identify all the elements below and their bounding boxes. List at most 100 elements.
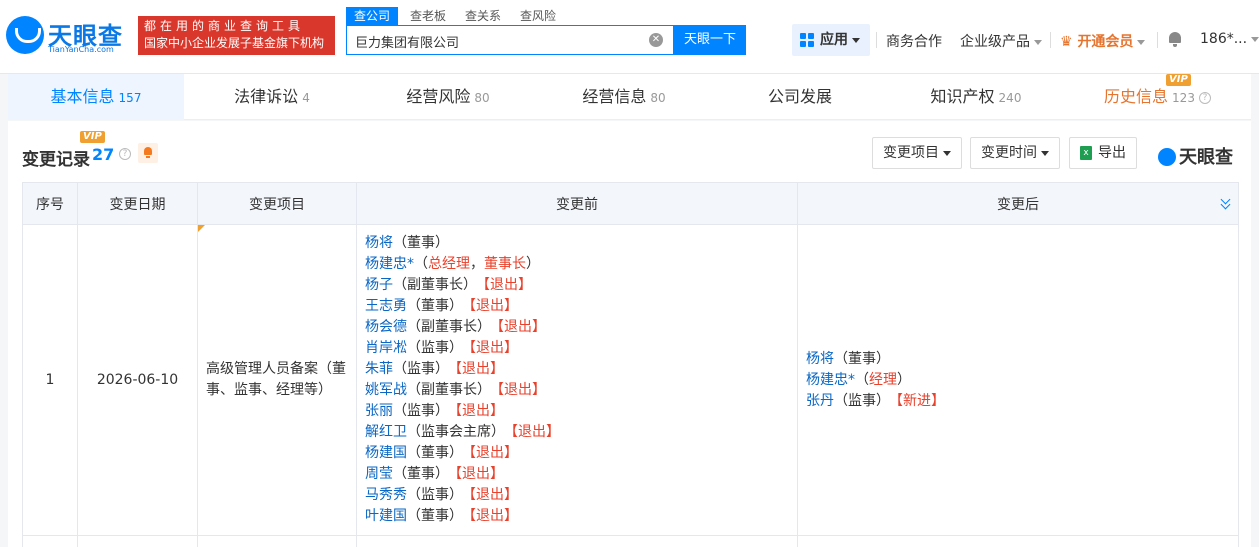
tab-company-development[interactable]: 公司发展: [712, 74, 888, 120]
status-tag: 【退出】: [469, 445, 518, 461]
person-name-link[interactable]: 杨将: [365, 235, 393, 251]
cell-before: 杨将（董事） 杨建忠*（总经理，董事长） 杨子（副董事长） 【退出】 王志勇（董事） 【退…: [356, 224, 798, 536]
status-tag: 【退出】: [511, 424, 560, 440]
tab-history-info[interactable]: VIP 历史信息 123?: [1064, 74, 1251, 120]
status-tag: 【退出】: [483, 277, 532, 293]
tab-count: 80: [474, 91, 490, 105]
person-name-link[interactable]: 杨建忠*: [806, 372, 855, 388]
apps-grid-icon: [800, 33, 814, 47]
search-input[interactable]: 巨力集团有限公司 ✕: [346, 25, 674, 55]
status-tag: 【退出】: [469, 298, 518, 314]
person-name-link[interactable]: 杨建国: [365, 445, 407, 461]
person-name-link[interactable]: 叶建国: [365, 508, 407, 524]
tab-business-info[interactable]: 经营信息 80: [536, 74, 712, 120]
status-tag: 【新进】: [896, 392, 945, 409]
person-entry: 张丹（监事） 【新进】: [806, 391, 1230, 412]
person-name-link[interactable]: 王志勇: [365, 298, 407, 314]
person-entry: 杨建忠*（总经理，董事长）: [365, 254, 789, 275]
person-entry: 杨建国（董事） 【退出】: [365, 443, 789, 464]
header-after: 变更后: [797, 182, 1239, 225]
nav-divider: [1157, 32, 1158, 48]
change-records-table: 序号 变更日期 变更项目 变更前 变更后 1 2026-06-10 高级管理人员…: [22, 182, 1239, 547]
tab-legal[interactable]: 法律诉讼 4: [184, 74, 360, 120]
header-after-label: 变更后: [997, 196, 1039, 213]
header-index: 序号: [22, 182, 78, 225]
status-tag: 【退出】: [455, 466, 504, 482]
tab-intellectual-property[interactable]: 知识产权 240: [888, 74, 1064, 120]
notification-bell-icon[interactable]: [1168, 32, 1182, 47]
search-tab-risk[interactable]: 查风险: [520, 7, 556, 25]
section-title: 变更记录: [22, 150, 90, 170]
search-tab-company[interactable]: 查公司: [346, 7, 399, 25]
person-role: （副董事长）: [393, 277, 477, 293]
filter-change-item-dropdown[interactable]: 变更项目: [872, 137, 962, 169]
apps-menu-button[interactable]: 应用: [792, 24, 870, 56]
help-icon[interactable]: ?: [1198, 91, 1211, 104]
person-name-link[interactable]: 马秀秀: [365, 487, 407, 503]
person-name-link[interactable]: 姚军战: [365, 382, 407, 398]
person-role: （董事）: [407, 445, 463, 461]
person-name-link[interactable]: 张丽: [365, 403, 393, 419]
status-tag: 【退出】: [497, 319, 546, 335]
person-role: （监事）: [834, 392, 890, 409]
person-role: （副董事长）: [407, 382, 491, 398]
logo-domain: TianYanCha.com: [48, 45, 114, 54]
logo-eye-icon: [6, 16, 44, 54]
person-name-link[interactable]: 解红卫: [365, 424, 407, 440]
tab-label: 知识产权: [930, 87, 995, 106]
nav-business-cooperation[interactable]: 商务合作: [886, 31, 942, 51]
person-entry: 肖岸凇（监事） 【退出】: [365, 338, 789, 359]
person-role: （董事）: [407, 298, 463, 314]
tab-basic-info[interactable]: 基本信息 157: [8, 74, 184, 120]
person-role: （董事）: [393, 466, 449, 482]
person-name-link[interactable]: 肖岸凇: [365, 340, 407, 356]
filter-item-label: 变更项目: [883, 145, 939, 161]
status-tag: 【退出】: [469, 487, 518, 503]
tab-count: 240: [998, 91, 1022, 105]
person-name-link[interactable]: 杨建忠*: [365, 256, 414, 272]
person-entry: 杨将（董事）: [365, 233, 789, 254]
nav-vip-label: 开通会员: [1077, 34, 1134, 50]
monitor-bell-icon[interactable]: [138, 143, 158, 163]
person-name-link[interactable]: 杨将: [806, 351, 834, 367]
person-name-link[interactable]: 朱菲: [365, 361, 393, 377]
tianyancha-logo[interactable]: 天眼查 TianYanCha.com: [6, 14, 132, 58]
filter-change-time-dropdown[interactable]: 变更时间: [970, 137, 1060, 169]
change-records-card: VIP 变更记录 27 ? 变更项目 变更时间 x 导出 天眼查 序号 变更日期 …: [8, 121, 1251, 547]
person-name-link[interactable]: 张丹: [806, 393, 834, 409]
tab-business-risk[interactable]: 经营风险 80: [360, 74, 536, 120]
nav-enterprise-label: 企业级产品: [960, 34, 1030, 50]
chevron-down-icon: [1137, 39, 1146, 45]
nav-open-vip[interactable]: ♛ 开通会员: [1060, 31, 1146, 51]
cell-date: 2026-06-10: [77, 224, 198, 536]
clear-icon[interactable]: ✕: [649, 33, 663, 47]
tab-count: 80: [650, 91, 666, 105]
export-button[interactable]: x 导出: [1069, 137, 1137, 169]
person-role: （监事）: [407, 340, 463, 356]
person-entry: 杨将（董事）: [806, 349, 1230, 370]
search-tab-relation[interactable]: 查关系: [465, 7, 501, 25]
user-menu[interactable]: 186*...: [1200, 31, 1259, 47]
nav-enterprise-products[interactable]: 企业级产品: [960, 31, 1042, 51]
tab-count: 157: [118, 91, 142, 105]
cell-item: 高级管理人员备案（董事、监事、经理等）: [197, 224, 357, 536]
search-tab-boss[interactable]: 查老板: [410, 7, 446, 25]
nav-divider: [876, 32, 877, 48]
search-button[interactable]: 天眼一下: [674, 25, 746, 55]
expand-icon[interactable]: [1220, 197, 1232, 209]
person-role: （董事）: [407, 508, 463, 524]
person-role: （董事）: [393, 235, 449, 251]
person-entry: 朱菲（监事） 【退出】: [365, 359, 789, 380]
person-entry: 叶建国（董事） 【退出】: [365, 506, 789, 527]
person-role: （监事）: [407, 487, 463, 503]
excel-icon: x: [1080, 146, 1092, 160]
person-name-link[interactable]: 杨子: [365, 277, 393, 293]
help-icon[interactable]: ?: [119, 148, 131, 160]
search-input-value: 巨力集团有限公司: [355, 36, 460, 51]
tab-label: 经营信息: [582, 87, 647, 106]
person-name-link[interactable]: 周莹: [365, 466, 393, 482]
slogan-line-1: 都在用的商业查询工具: [144, 19, 305, 33]
person-name-link[interactable]: 杨会德: [365, 319, 407, 335]
header-date: 变更日期: [77, 182, 198, 225]
person-entry: 杨建忠*（经理）: [806, 370, 1230, 391]
